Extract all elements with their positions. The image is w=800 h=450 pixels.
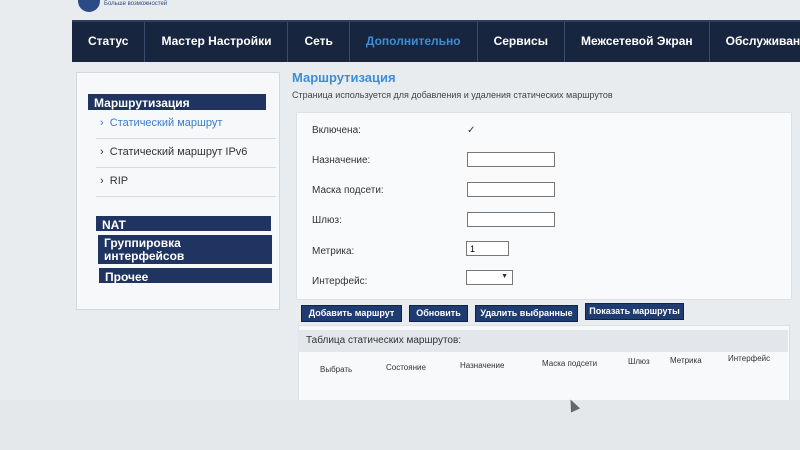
header-line: интерфейсов [104,249,185,263]
add-route-button[interactable]: Добавить маршрут [301,305,402,322]
sidebar-header-routing[interactable]: Маршрутизация [88,94,266,110]
metric-input[interactable] [466,241,509,256]
column-header: Метрика [670,356,702,365]
refresh-button[interactable]: Обновить [409,305,468,322]
enabled-checkbox[interactable]: ✓ [467,125,477,136]
column-header: Состояние [386,363,426,372]
enabled-label: Включена: [312,125,361,136]
nav-services[interactable]: Сервисы [478,22,565,62]
sidebar-item-label: RIP [109,175,129,187]
subnet-mask-input[interactable] [467,182,555,197]
nav-setup-wizard[interactable]: Мастер Настройки [145,22,289,62]
column-header: Маска подсети [542,359,598,368]
page-description: Страница используется для добавления и у… [292,90,613,100]
gateway-label: Шлюз: [312,215,342,226]
logo-icon [78,0,100,12]
column-header: Интерфейс [728,354,771,363]
nav-firewall[interactable]: Межсетевой Экран [565,22,710,62]
top-navigation: Статус Мастер Настройки Сеть Дополнитель… [72,20,800,62]
delete-selected-button[interactable]: Удалить выбранные [475,305,578,322]
page-background [0,400,800,450]
header-line: Группировка [104,236,181,250]
sidebar-header-other[interactable]: Прочее [99,268,272,284]
sidebar-item-rip[interactable]: › RIP [100,175,128,187]
route-form [296,112,792,300]
metric-label: Метрика: [312,246,355,257]
page-title: Маршрутизация [292,70,396,85]
brand-logo: Больше возможностей [70,0,330,16]
sidebar-item-label: Статический маршрут [109,117,223,129]
nav-status[interactable]: Статус [72,22,146,62]
sidebar-header-interface-grouping[interactable]: Группировка интерфейсов [98,235,272,264]
divider [96,138,276,139]
show-routes-button[interactable]: Показать маршруты [585,303,684,320]
nav-network[interactable]: Сеть [288,22,350,62]
column-header: Назначение [460,361,505,370]
interface-select[interactable]: ▼ [466,270,513,285]
sidebar-item-label: Статический маршрут IPv6 [109,146,248,158]
interface-label: Интерфейс: [312,276,368,287]
sidebar-header-nat[interactable]: NAT [96,216,271,232]
chevron-down-icon: ▼ [501,273,508,280]
sidebar-item-static-route-ipv6[interactable]: › Статический маршрут IPv6 [100,146,247,158]
mask-label: Маска подсети: [312,185,384,196]
sidebar-item-static-route[interactable]: › Статический маршрут [100,117,222,129]
column-header: Выбрать [320,365,353,374]
nav-advanced[interactable]: Дополнительно [350,22,478,62]
divider [96,167,276,168]
divider [96,196,276,197]
nav-maintenance[interactable]: Обслуживание [710,22,800,62]
brand-tagline: Больше возможностей [104,1,168,7]
destination-input[interactable] [467,152,555,167]
gateway-input[interactable] [467,212,555,227]
table-caption: Таблица статических маршрутов: [298,330,788,352]
destination-label: Назначение: [312,155,371,166]
column-header: Шлюз [628,357,650,366]
